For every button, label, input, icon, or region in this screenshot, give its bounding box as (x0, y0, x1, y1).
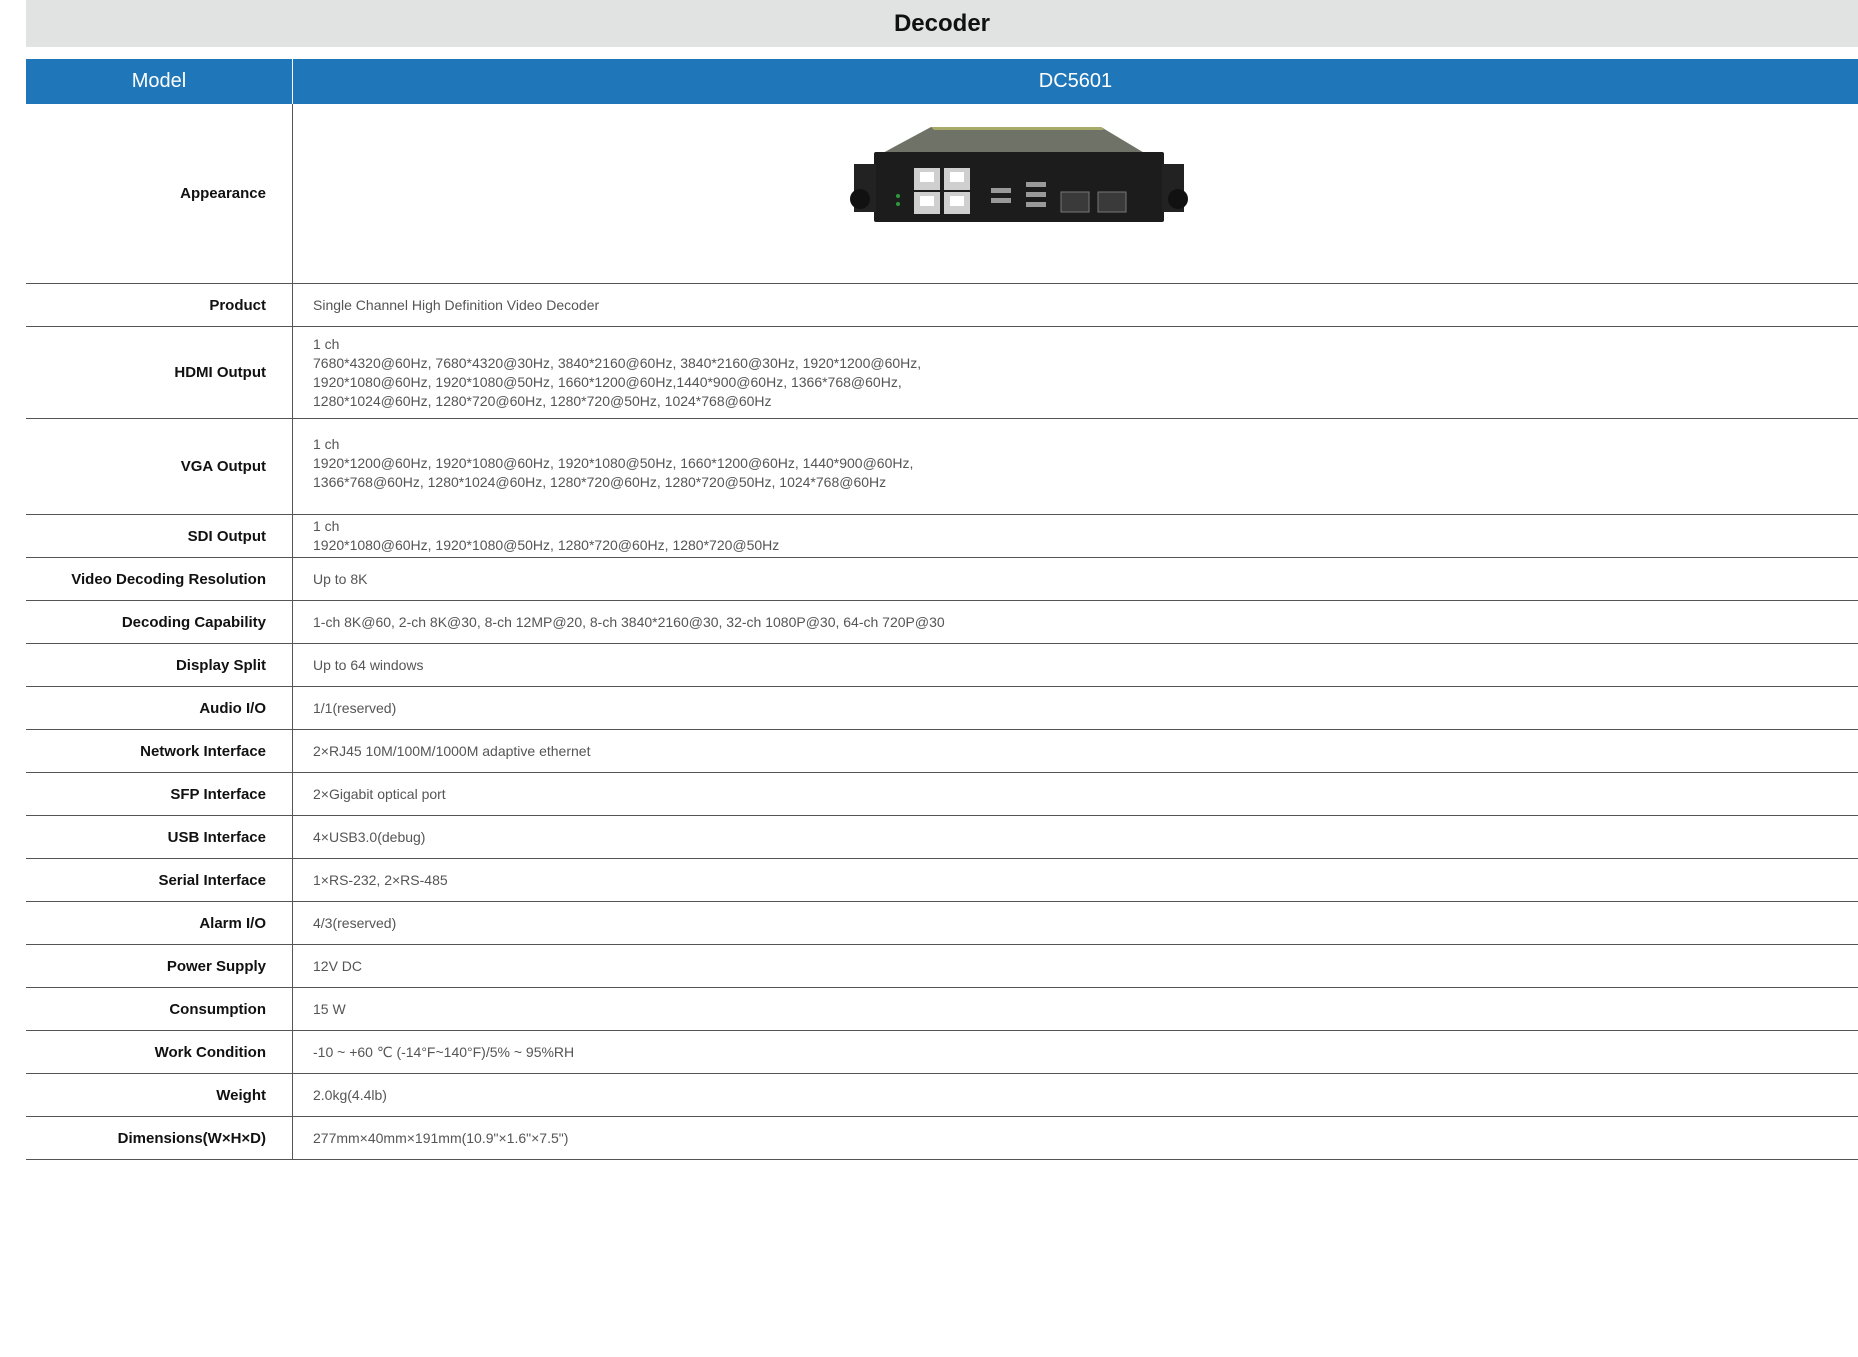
row-value: 2.0kg(4.4lb) (292, 1074, 1858, 1116)
row-label: Network Interface (140, 742, 266, 760)
value-line: 1×RS-232, 2×RS-485 (313, 871, 448, 888)
value-line: 1920*1200@60Hz, 1920*1080@60Hz, 1920*108… (313, 455, 914, 471)
row-label: Audio I/O (199, 699, 266, 717)
row-value: 2×RJ45 10M/100M/1000M adaptive ethernet (292, 730, 1858, 772)
table-row: Network Interface 2×RJ45 10M/100M/1000M … (26, 730, 1858, 773)
value-line: 4/3(reserved) (313, 914, 397, 931)
value-line: 12V DC (313, 957, 363, 974)
spec-table: Model DC5601 Appearance Product Single C… (26, 59, 1858, 1160)
row-value: 1 ch 1920*1080@60Hz, 1920*1080@50Hz, 128… (292, 515, 1858, 557)
table-row: SDI Output 1 ch 1920*1080@60Hz, 1920*108… (26, 515, 1858, 558)
row-value: 1/1(reserved) (292, 687, 1858, 729)
value-line: 1 ch (313, 518, 340, 534)
row-value: 12V DC (292, 945, 1858, 987)
value-line: 277mm×40mm×191mm(10.9"×1.6"×7.5") (313, 1129, 569, 1146)
value-line: 4×USB3.0(debug) (313, 828, 426, 845)
row-value: 15 W (292, 988, 1858, 1030)
row-value: Up to 64 windows (292, 644, 1858, 686)
table-row: Power Supply 12V DC (26, 945, 1858, 988)
row-label: Display Split (175, 656, 266, 674)
row-label: Dimensions(W×H×D) (117, 1129, 266, 1147)
page-title: Decoder (26, 0, 1858, 47)
table-row: Serial Interface 1×RS-232, 2×RS-485 (26, 859, 1858, 902)
row-label: USB Interface (167, 828, 266, 846)
table-row: Audio I/O 1/1(reserved) (26, 687, 1858, 730)
table-row: Dimensions(W×H×D) 277mm×40mm×191mm(10.9"… (26, 1117, 1858, 1160)
row-value: 277mm×40mm×191mm(10.9"×1.6"×7.5") (292, 1117, 1858, 1159)
device-image (849, 127, 1188, 222)
value-line: 1366*768@60Hz, 1280*1024@60Hz, 1280*720@… (313, 474, 887, 490)
table-row: Appearance (26, 104, 1858, 284)
value-line: 1920*1080@60Hz, 1920*1080@50Hz, 1280*720… (313, 537, 780, 553)
value-line: Single Channel High Definition Video Dec… (313, 296, 600, 313)
table-row: Display Split Up to 64 windows (26, 644, 1858, 687)
row-label: Video Decoding Resolution (71, 570, 266, 588)
row-value: 4×USB3.0(debug) (292, 816, 1858, 858)
value-line: 1920*1080@60Hz, 1920*1080@50Hz, 1660*120… (313, 373, 902, 390)
row-label: Product (209, 296, 266, 314)
row-label: Power Supply (166, 957, 266, 975)
row-label: Weight (216, 1086, 266, 1104)
value-line: 2.0kg(4.4lb) (313, 1086, 387, 1103)
row-value: 1 ch 1920*1200@60Hz, 1920*1080@60Hz, 192… (292, 419, 1858, 514)
row-label: Decoding Capability (121, 613, 266, 631)
table-row: Video Decoding Resolution Up to 8K (26, 558, 1858, 601)
row-value: 2×Gigabit optical port (292, 773, 1858, 815)
row-label: Consumption (169, 1000, 266, 1018)
table-header: Model DC5601 (26, 59, 1858, 104)
table-row: Alarm I/O 4/3(reserved) (26, 902, 1858, 945)
table-row: Consumption 15 W (26, 988, 1858, 1031)
appearance-cell (292, 104, 1858, 283)
row-value: 4/3(reserved) (292, 902, 1858, 944)
row-label: Alarm I/O (199, 914, 266, 932)
value-line: 2×RJ45 10M/100M/1000M adaptive ethernet (313, 742, 591, 759)
row-label: Serial Interface (158, 871, 266, 889)
table-row: HDMI Output 1 ch 7680*4320@60Hz, 7680*43… (26, 327, 1858, 419)
value-line: 1 ch (313, 335, 340, 352)
header-label: Model (26, 59, 293, 104)
value-line: 15 W (313, 1000, 346, 1017)
value-line: 2×Gigabit optical port (313, 785, 446, 802)
value-line: -10 ~ +60 ℃ (-14°F~140°F)/5% ~ 95%RH (313, 1043, 575, 1060)
row-label: Appearance (180, 185, 266, 202)
row-value: 1×RS-232, 2×RS-485 (292, 859, 1858, 901)
value-line: 1 ch (313, 436, 340, 452)
table-row: SFP Interface 2×Gigabit optical port (26, 773, 1858, 816)
value-line: Up to 64 windows (313, 656, 424, 673)
value-line: 1280*1024@60Hz, 1280*720@60Hz, 1280*720@… (313, 392, 772, 409)
row-label: HDMI Output (174, 364, 266, 381)
table-row: Weight 2.0kg(4.4lb) (26, 1074, 1858, 1117)
row-value: 1-ch 8K@60, 2-ch 8K@30, 8-ch 12MP@20, 8-… (292, 601, 1858, 643)
value-line: 1/1(reserved) (313, 699, 397, 716)
value-line: Up to 8K (313, 570, 368, 587)
table-row: Decoding Capability 1-ch 8K@60, 2-ch 8K@… (26, 601, 1858, 644)
row-value: 1 ch 7680*4320@60Hz, 7680*4320@30Hz, 384… (292, 327, 1858, 418)
row-value: Single Channel High Definition Video Dec… (292, 284, 1858, 326)
value-line: 7680*4320@60Hz, 7680*4320@30Hz, 3840*216… (313, 354, 922, 371)
table-row: USB Interface 4×USB3.0(debug) (26, 816, 1858, 859)
value-line: 1-ch 8K@60, 2-ch 8K@30, 8-ch 12MP@20, 8-… (313, 613, 945, 630)
row-label: VGA Output (180, 458, 266, 475)
row-value: -10 ~ +60 ℃ (-14°F~140°F)/5% ~ 95%RH (292, 1031, 1858, 1073)
table-row: Product Single Channel High Definition V… (26, 284, 1858, 327)
row-label: SDI Output (187, 527, 266, 545)
row-label: Work Condition (154, 1043, 266, 1061)
table-row: VGA Output 1 ch 1920*1200@60Hz, 1920*108… (26, 419, 1858, 515)
row-value: Up to 8K (292, 558, 1858, 600)
table-row: Work Condition -10 ~ +60 ℃ (-14°F~140°F)… (26, 1031, 1858, 1074)
row-label: SFP Interface (170, 785, 266, 803)
header-model: DC5601 (1038, 70, 1113, 92)
